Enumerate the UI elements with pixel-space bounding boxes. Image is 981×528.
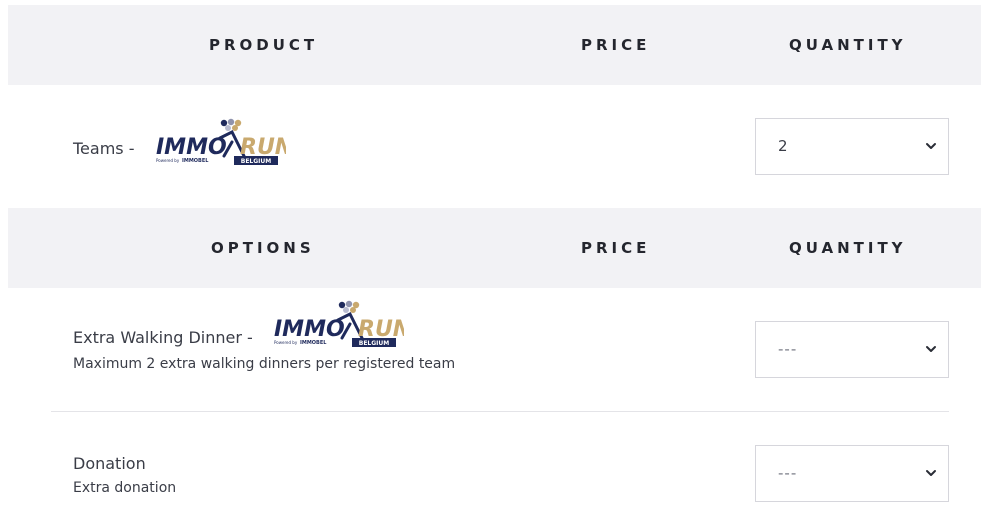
column-header-product: PRODUCT xyxy=(209,36,319,54)
svg-text:IMMOBEL: IMMOBEL xyxy=(182,158,209,164)
chevron-down-icon xyxy=(926,470,936,476)
column-header-price: PRICE xyxy=(581,239,651,257)
option-description: Extra donation xyxy=(73,480,177,496)
column-header-price: PRICE xyxy=(581,36,651,54)
option-description: Maximum 2 extra walking dinners per regi… xyxy=(73,356,456,372)
svg-text:BELGIUM: BELGIUM xyxy=(359,340,390,347)
option-label: Extra Walking Dinner - xyxy=(73,328,253,347)
column-header-quantity: QUANTITY xyxy=(789,36,907,54)
donation-quantity-select[interactable]: --- xyxy=(755,445,949,502)
donation-quantity-value: --- xyxy=(778,464,798,482)
svg-text:Powered by: Powered by xyxy=(274,340,298,345)
immorun-logo: IMMO RUN Powered by IMMOBEL BELGIUM xyxy=(156,118,286,165)
chevron-down-icon xyxy=(926,143,936,149)
svg-text:BELGIUM: BELGIUM xyxy=(241,158,272,165)
svg-text:IMMO: IMMO xyxy=(156,135,227,160)
product-table-header: PRODUCT PRICE QUANTITY xyxy=(8,5,981,85)
teams-quantity-value: 2 xyxy=(778,137,788,155)
product-label: Teams - xyxy=(73,139,135,158)
walking-dinner-quantity-select[interactable]: --- xyxy=(755,321,949,378)
column-header-quantity: QUANTITY xyxy=(789,239,907,257)
options-table-header: OPTIONS PRICE QUANTITY xyxy=(8,208,981,288)
walking-dinner-quantity-value: --- xyxy=(778,340,798,358)
option-label: Donation xyxy=(73,454,146,473)
svg-text:IMMO: IMMO xyxy=(274,317,345,342)
column-header-options: OPTIONS xyxy=(211,239,315,257)
row-divider xyxy=(51,411,949,412)
immorun-logo: IMMO RUN Powered by IMMOBEL BELGIUM xyxy=(274,300,404,347)
svg-text:Powered by: Powered by xyxy=(156,158,180,163)
chevron-down-icon xyxy=(926,346,936,352)
svg-text:IMMOBEL: IMMOBEL xyxy=(300,340,327,346)
teams-quantity-select[interactable]: 2 xyxy=(755,118,949,175)
